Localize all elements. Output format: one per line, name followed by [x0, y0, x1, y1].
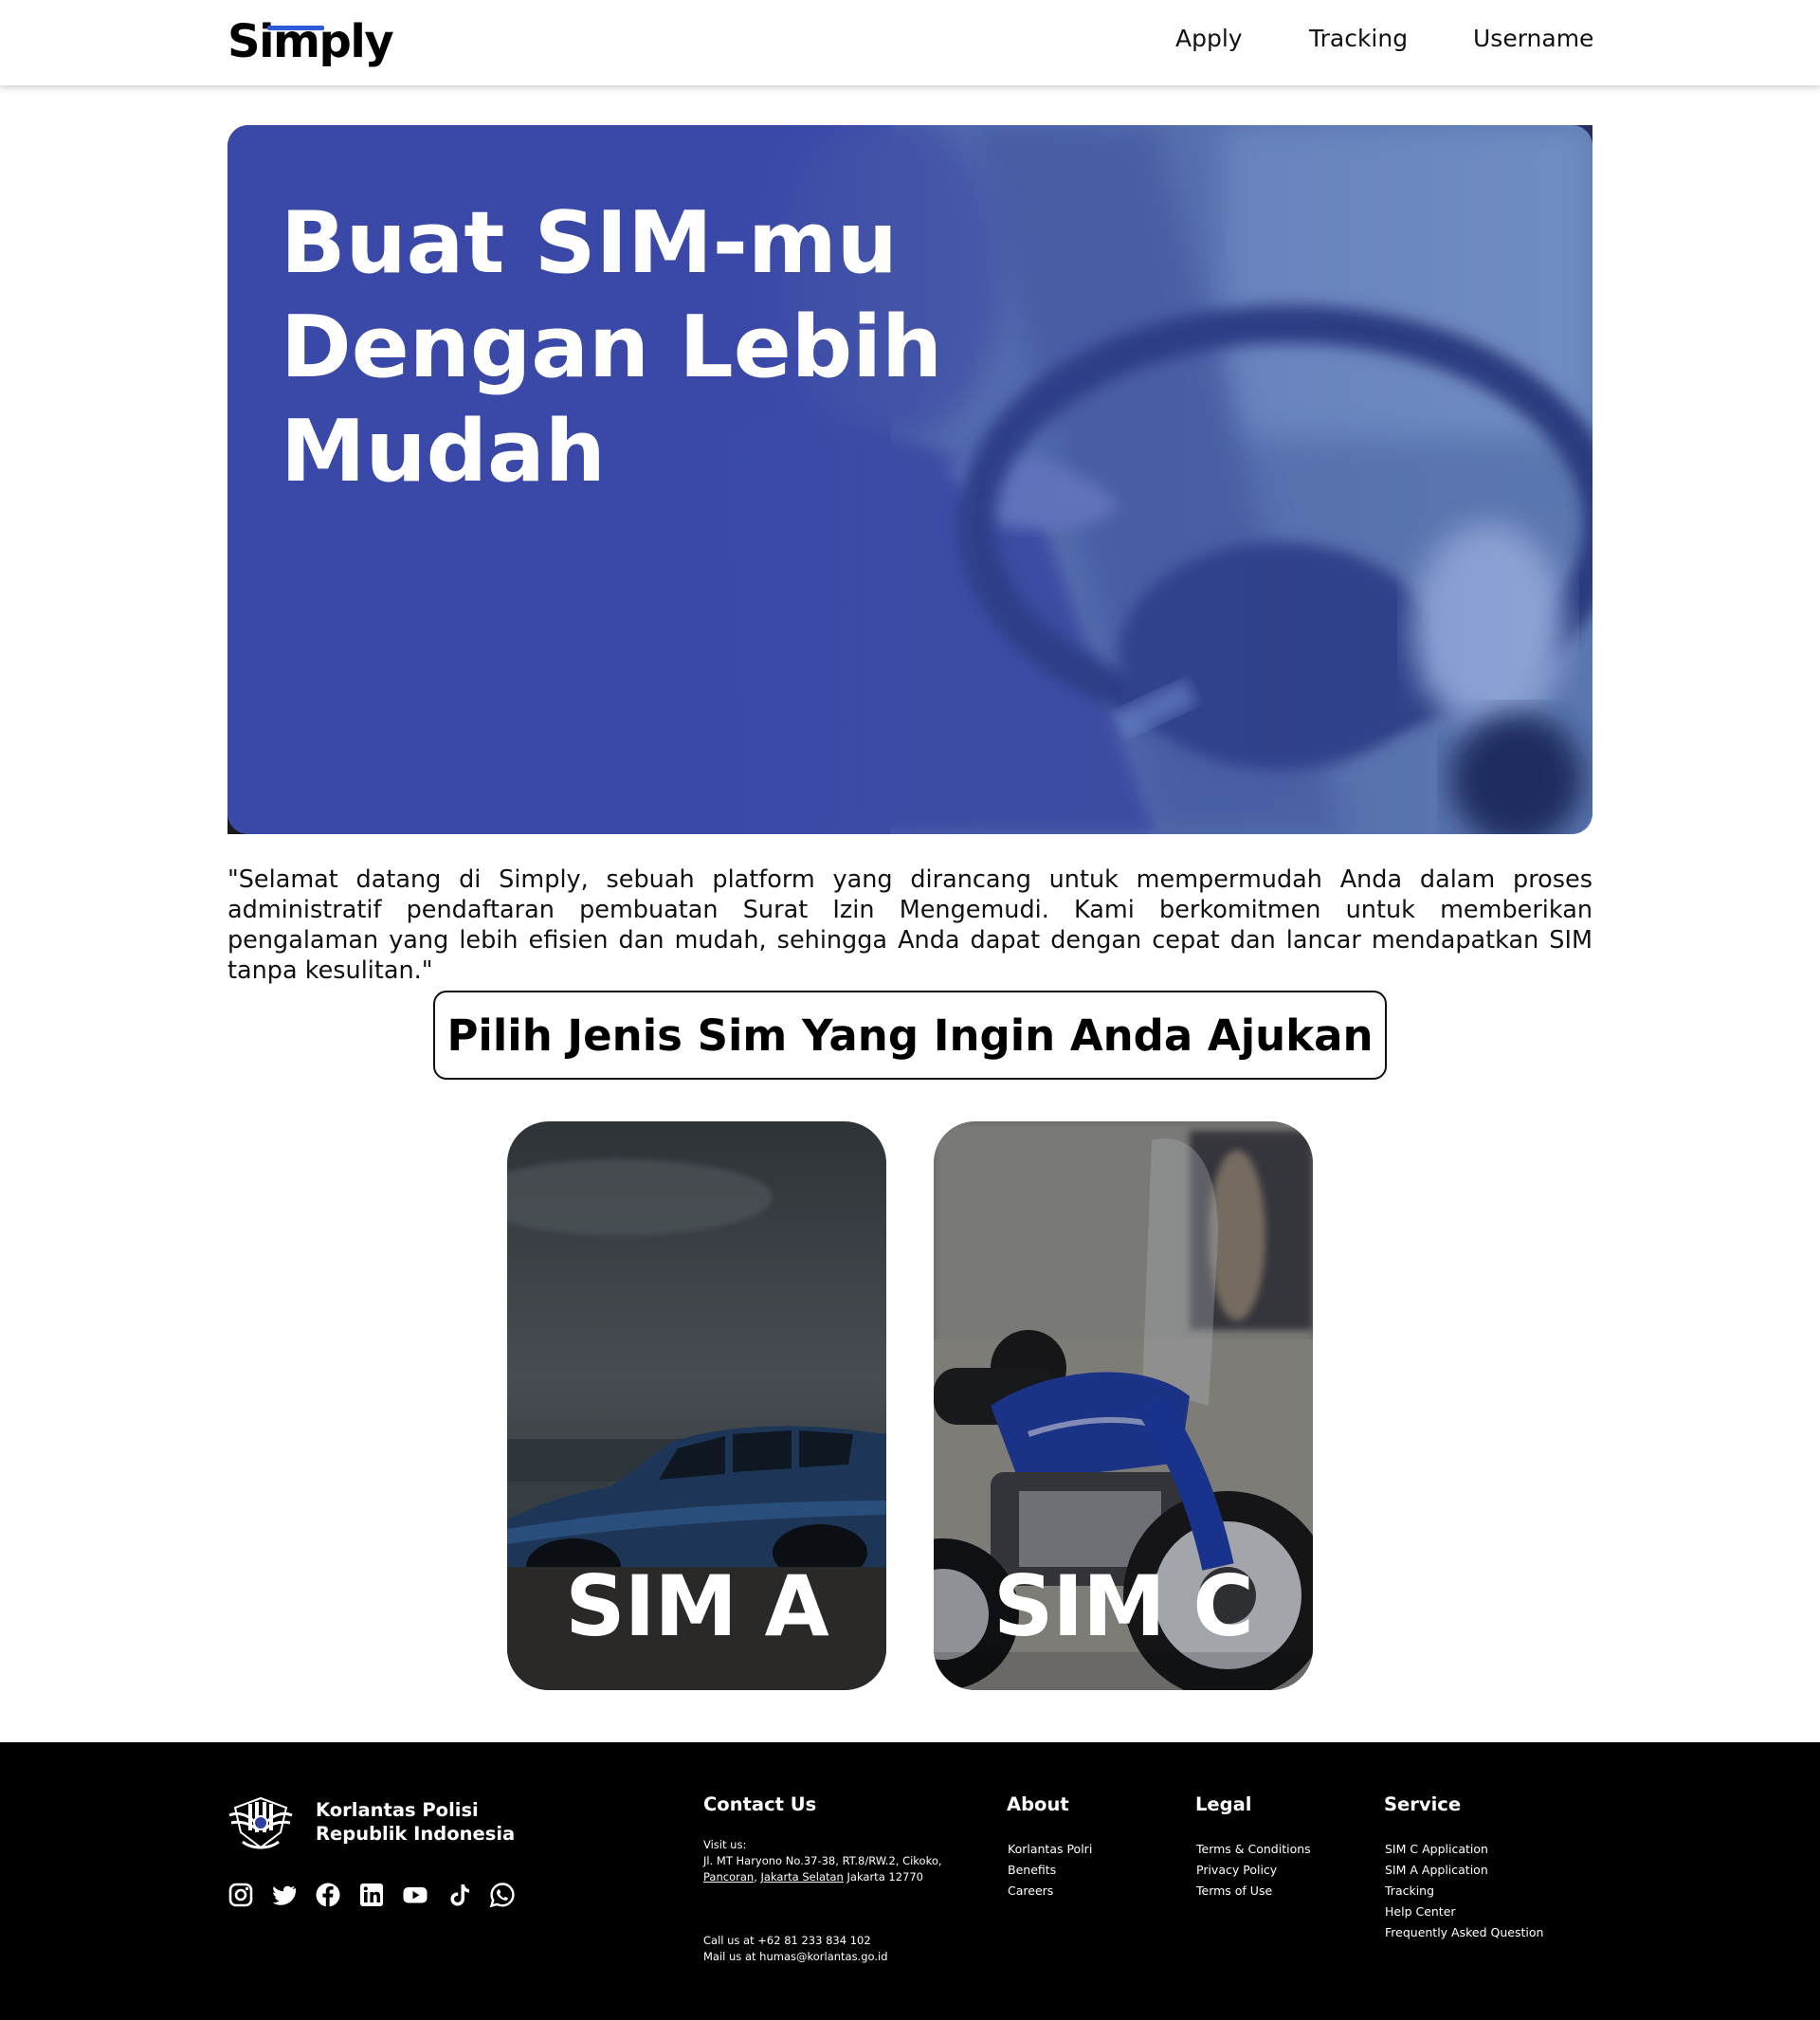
sim-a-card[interactable]: SIM A	[507, 1121, 886, 1690]
simply-logo[interactable]: Simply	[228, 13, 394, 70]
phone-text: Call us at +62 81 233 834 102	[703, 1934, 871, 1947]
contact-us-title: Contact Us	[703, 1793, 817, 1815]
sim-c-card[interactable]: SIM C	[934, 1121, 1313, 1690]
hero-banner: Buat SIM-mu Dengan Lebih Mudah	[228, 125, 1592, 834]
address-text: Jl. MT Haryono No.37-38, RT.8/RW.2, Ciko…	[703, 1854, 942, 1867]
pancoran-link[interactable]: Pancoran	[703, 1870, 754, 1884]
footer-link-terms-of-use[interactable]: Terms of Use	[1196, 1884, 1272, 1898]
youtube-icon[interactable]	[402, 1882, 428, 1908]
intro-paragraph: "Selamat datang di Simply, sebuah platfo…	[228, 865, 1592, 985]
footer-link-privacy-policy[interactable]: Privacy Policy	[1196, 1863, 1277, 1877]
about-links: Korlantas Polri Benefits Careers	[1008, 1839, 1092, 1902]
legal-links: Terms & Conditions Privacy Policy Terms …	[1196, 1839, 1311, 1902]
site-header: Simply Apply Tracking Username	[0, 0, 1820, 85]
logo-text: Simply	[228, 15, 394, 68]
service-title: Service	[1384, 1793, 1462, 1815]
address-text: Jakarta 12770	[846, 1870, 923, 1884]
facebook-icon[interactable]	[315, 1882, 341, 1908]
about-title: About	[1007, 1793, 1069, 1815]
logo-accent-bar	[267, 26, 324, 30]
org-name: Korlantas Polisi Republik Indonesia	[316, 1798, 562, 1846]
footer-link-careers[interactable]: Careers	[1008, 1884, 1053, 1898]
visit-label: Visit us:	[703, 1838, 747, 1851]
contact-lines: Call us at +62 81 233 834 102 Mail us at…	[703, 1933, 950, 1965]
korlantas-logo	[228, 1796, 293, 1849]
tiktok-icon[interactable]	[446, 1882, 472, 1908]
footer-link-faq[interactable]: Frequently Asked Question	[1385, 1925, 1543, 1939]
service-links: SIM C Application SIM A Application Trac…	[1385, 1839, 1543, 1943]
whatsapp-icon[interactable]	[489, 1882, 516, 1908]
hero-title-line: Dengan Lebih	[281, 298, 943, 397]
sim-a-label: SIM A	[565, 1557, 828, 1655]
footer-link-korlantas-polri[interactable]: Korlantas Polri	[1008, 1842, 1092, 1856]
org-name-line: Korlantas Polisi	[316, 1799, 479, 1821]
footer-link-sim-a-application[interactable]: SIM A Application	[1385, 1863, 1488, 1877]
footer-link-help-center[interactable]: Help Center	[1385, 1904, 1456, 1919]
linkedin-icon[interactable]	[358, 1882, 385, 1908]
nav-username[interactable]: Username	[1473, 25, 1593, 52]
hero-title: Buat SIM-mu Dengan Lebih Mudah	[281, 191, 1001, 504]
contact-address: Visit us: Jl. MT Haryono No.37-38, RT.8/…	[703, 1837, 950, 1885]
mail-text: Mail us at humas@korlantas.go.id	[703, 1950, 888, 1963]
footer-link-benefits[interactable]: Benefits	[1008, 1863, 1056, 1877]
jakarta-selatan-link[interactable]: Jakarta Selatan	[761, 1870, 844, 1884]
legal-title: Legal	[1195, 1793, 1252, 1815]
footer-link-tracking[interactable]: Tracking	[1385, 1884, 1434, 1898]
choose-sim-heading: Pilih Jenis Sim Yang Ingin Anda Ajukan	[433, 991, 1387, 1080]
footer-link-terms-conditions[interactable]: Terms & Conditions	[1196, 1842, 1311, 1856]
instagram-icon[interactable]	[228, 1882, 254, 1908]
nav-apply[interactable]: Apply	[1175, 25, 1243, 52]
hero-title-line: Buat SIM-mu	[281, 193, 898, 293]
sim-c-label: SIM C	[993, 1557, 1254, 1655]
address-separator: ,	[754, 1870, 757, 1884]
org-name-line: Republik Indonesia	[316, 1823, 516, 1845]
hero-title-line: Mudah	[281, 402, 606, 501]
footer-link-sim-c-application[interactable]: SIM C Application	[1385, 1842, 1488, 1856]
nav-tracking[interactable]: Tracking	[1309, 25, 1408, 52]
social-links	[228, 1882, 516, 1908]
twitter-icon[interactable]	[271, 1882, 298, 1908]
